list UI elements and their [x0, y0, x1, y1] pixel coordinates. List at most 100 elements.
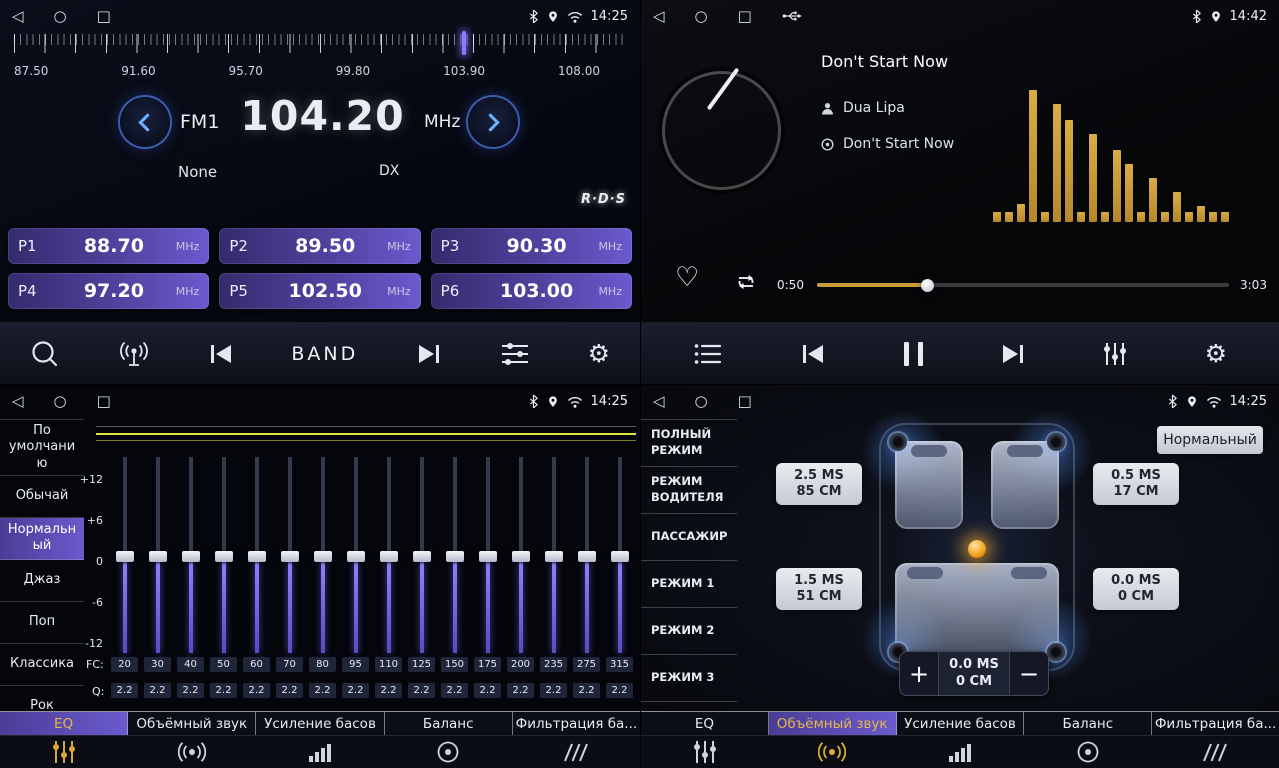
front-right-delay-button[interactable]: 0.5 MS 17 CM: [1093, 463, 1179, 505]
progress-knob[interactable]: [921, 279, 934, 292]
playlist-button[interactable]: [693, 342, 723, 366]
front-right-speaker-icon[interactable]: [1047, 433, 1065, 451]
nav-back-icon[interactable]: ◁: [12, 9, 24, 24]
settings-gear-icon[interactable]: ⚙: [588, 341, 610, 366]
rear-left-delay-button[interactable]: 1.5 MS 51 CM: [776, 568, 862, 610]
tab-icon-filter[interactable]: [512, 736, 640, 768]
slider-handle[interactable]: [578, 551, 596, 562]
eq-settings-button[interactable]: [500, 342, 530, 366]
nav-recents-icon[interactable]: □: [97, 9, 111, 24]
preset-button[interactable]: P5 102.50 MHz: [219, 273, 420, 309]
eq-band-slider[interactable]: [207, 457, 240, 653]
decrease-delay-button[interactable]: −: [1010, 652, 1048, 695]
sound-mode-item[interactable]: РЕЖИМ 2: [641, 608, 737, 655]
front-left-delay-button[interactable]: 2.5 MS 85 CM: [776, 463, 862, 505]
tab-icon-eq[interactable]: [0, 736, 128, 768]
broadcast-button[interactable]: [118, 341, 150, 367]
slider-handle[interactable]: [248, 551, 266, 562]
eq-band-slider[interactable]: [240, 457, 273, 653]
audio-settings-tab[interactable]: Объёмный звук: [128, 712, 256, 735]
eq-band-slider[interactable]: [273, 457, 306, 653]
eq-band-slider[interactable]: [108, 457, 141, 653]
audio-settings-tab[interactable]: Баланс: [385, 712, 513, 735]
sound-mode-item[interactable]: РЕЖИМ ВОДИТЕЛЯ: [641, 467, 737, 514]
eq-band-slider[interactable]: [471, 457, 504, 653]
tab-icon-balance[interactable]: [1024, 736, 1152, 768]
slider-handle[interactable]: [611, 551, 629, 562]
slider-handle[interactable]: [149, 551, 167, 562]
eq-preset-item[interactable]: Поп: [0, 602, 84, 644]
preset-button[interactable]: P1 88.70 MHz: [8, 228, 209, 264]
audio-settings-tab[interactable]: EQ: [641, 712, 769, 735]
audio-settings-tab[interactable]: Усиление басов: [256, 712, 384, 735]
tuner-scale[interactable]: [14, 34, 626, 58]
rear-right-speaker-icon[interactable]: [1047, 643, 1065, 661]
settings-gear-icon[interactable]: ⚙: [1205, 341, 1227, 366]
tune-up-button[interactable]: [468, 97, 518, 147]
band-button[interactable]: BAND: [291, 343, 358, 365]
slider-handle[interactable]: [116, 551, 134, 562]
increase-delay-button[interactable]: +: [900, 652, 938, 695]
tab-icon-eq[interactable]: [641, 736, 769, 768]
normal-mode-button[interactable]: Нормальный: [1157, 426, 1263, 454]
eq-band-slider[interactable]: [141, 457, 174, 653]
tab-icon-surround[interactable]: [128, 736, 256, 768]
slider-handle[interactable]: [512, 551, 530, 562]
eq-band-slider[interactable]: [504, 457, 537, 653]
favorite-button[interactable]: ♡: [675, 264, 699, 291]
nav-back-icon[interactable]: ◁: [653, 9, 665, 24]
eq-band-slider[interactable]: [174, 457, 207, 653]
audio-settings-tab[interactable]: Усиление басов: [897, 712, 1025, 735]
slider-handle[interactable]: [545, 551, 563, 562]
nav-home-icon[interactable]: ○: [54, 9, 67, 24]
sound-mode-item[interactable]: ПОЛНЫЙ РЕЖИМ: [641, 420, 737, 467]
tab-icon-balance[interactable]: [384, 736, 512, 768]
tuner-needle[interactable]: [462, 31, 466, 55]
slider-handle[interactable]: [479, 551, 497, 562]
nav-home-icon[interactable]: ○: [695, 9, 708, 24]
tune-down-button[interactable]: [120, 97, 170, 147]
audio-settings-tab[interactable]: Объёмный звук: [769, 712, 897, 735]
eq-preset-item[interactable]: По умолчанию: [0, 420, 84, 476]
audio-settings-tab[interactable]: Фильтрация ба...: [513, 712, 640, 735]
eq-preset-item[interactable]: Классика: [0, 644, 84, 686]
eq-band-slider[interactable]: [537, 457, 570, 653]
tab-icon-bass-boost[interactable]: [256, 736, 384, 768]
eq-band-slider[interactable]: [405, 457, 438, 653]
eq-band-slider[interactable]: [570, 457, 603, 653]
audio-settings-tab[interactable]: EQ: [0, 712, 128, 735]
eq-band-slider[interactable]: [438, 457, 471, 653]
tab-icon-filter[interactable]: [1151, 736, 1279, 768]
repeat-button[interactable]: [733, 272, 759, 292]
sound-mode-item[interactable]: РЕЖИМ 1: [641, 561, 737, 608]
slider-handle[interactable]: [446, 551, 464, 562]
eq-preset-item[interactable]: Джаз: [0, 560, 84, 602]
progress-bar[interactable]: [817, 283, 1229, 287]
eq-band-slider[interactable]: [306, 457, 339, 653]
nav-recents-icon[interactable]: □: [97, 394, 111, 409]
eq-preset-item[interactable]: Нормальный: [0, 518, 84, 560]
slider-handle[interactable]: [314, 551, 332, 562]
sound-mode-item[interactable]: РЕЖИМ 3: [641, 655, 737, 702]
slider-handle[interactable]: [413, 551, 431, 562]
eq-preset-item[interactable]: Обычай: [0, 476, 84, 518]
tab-icon-bass-boost[interactable]: [896, 736, 1024, 768]
nav-recents-icon[interactable]: □: [738, 9, 752, 24]
eq-band-slider[interactable]: [339, 457, 372, 653]
nav-back-icon[interactable]: ◁: [653, 394, 665, 409]
slider-handle[interactable]: [380, 551, 398, 562]
preset-button[interactable]: P3 90.30 MHz: [431, 228, 632, 264]
listening-position-marker[interactable]: [968, 540, 986, 558]
nav-back-icon[interactable]: ◁: [12, 394, 24, 409]
preset-button[interactable]: P2 89.50 MHz: [219, 228, 420, 264]
previous-track-button[interactable]: [800, 343, 826, 365]
eq-band-slider[interactable]: [372, 457, 405, 653]
slider-handle[interactable]: [215, 551, 233, 562]
scan-button[interactable]: [30, 339, 60, 369]
nav-home-icon[interactable]: ○: [54, 394, 67, 409]
rear-right-delay-button[interactable]: 0.0 MS 0 CM: [1093, 568, 1179, 610]
tab-icon-surround[interactable]: [769, 736, 897, 768]
slider-handle[interactable]: [281, 551, 299, 562]
eq-band-slider[interactable]: [603, 457, 636, 653]
audio-settings-tab[interactable]: Фильтрация ба...: [1152, 712, 1279, 735]
